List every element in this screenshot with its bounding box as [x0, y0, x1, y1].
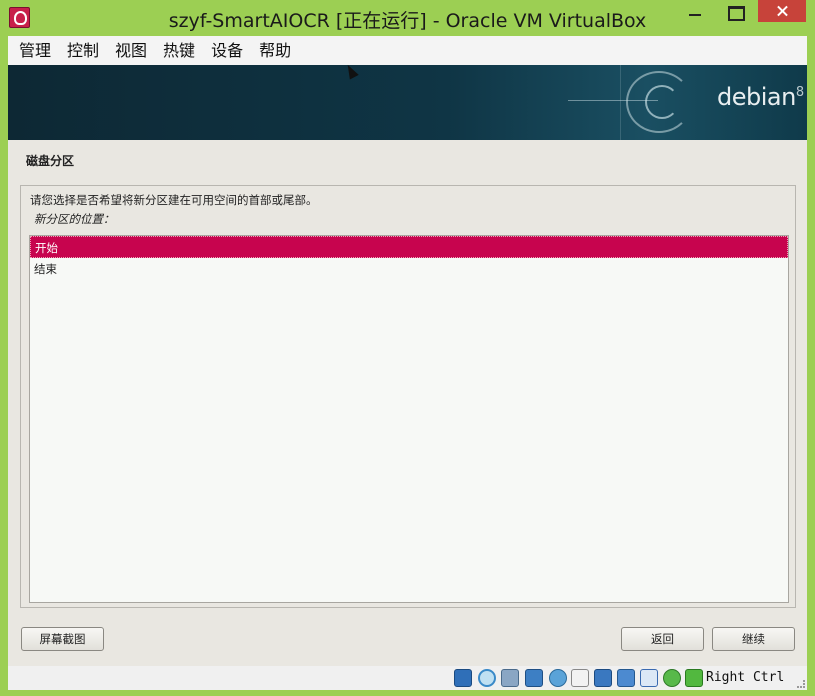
debian-logo-text: debian — [717, 83, 796, 111]
partition-question-panel: 请您选择是否希望将新分区建在可用空间的首部或尾部。 新分区的位置： 开始 结束 — [20, 185, 796, 608]
hard-disk-icon[interactable] — [454, 669, 472, 687]
menu-item-hotkeys[interactable]: 热键 — [155, 36, 203, 65]
menu-bar: 管理 控制 视图 热键 设备 帮助 — [8, 36, 807, 65]
virtualization-icon[interactable] — [640, 669, 658, 687]
list-label: 新分区的位置： — [34, 212, 115, 226]
network-icon[interactable] — [525, 669, 543, 687]
section-title: 磁盘分区 — [26, 154, 75, 168]
continue-button[interactable]: 继续 — [712, 627, 795, 651]
maximize-icon[interactable] — [720, 0, 750, 24]
position-listbox[interactable]: 开始 结束 — [29, 235, 789, 603]
menu-item-view[interactable]: 视图 — [107, 36, 155, 65]
list-item-end[interactable]: 结束 — [30, 258, 788, 280]
menu-item-control[interactable]: 控制 — [59, 36, 107, 65]
optical-drive-icon[interactable] — [478, 669, 496, 687]
menu-item-devices[interactable]: 设备 — [203, 36, 251, 65]
keyboard-capture-icon[interactable] — [685, 669, 703, 687]
close-icon[interactable] — [758, 0, 806, 22]
list-item-start[interactable]: 开始 — [30, 236, 788, 258]
usb-icon[interactable] — [549, 669, 567, 687]
video-capture-icon[interactable] — [617, 669, 635, 687]
shared-folder-icon[interactable] — [571, 669, 589, 687]
resize-grip-icon[interactable] — [797, 680, 805, 688]
menu-item-help[interactable]: 帮助 — [251, 36, 299, 65]
audio-icon[interactable] — [501, 669, 519, 687]
installer-banner: debian8 — [8, 65, 807, 140]
back-button[interactable]: 返回 — [621, 627, 704, 651]
minimize-icon[interactable] — [680, 0, 710, 24]
display-icon[interactable] — [594, 669, 612, 687]
debian-logo-version: 8 — [795, 85, 804, 100]
prompt-text: 请您选择是否希望将新分区建在可用空间的首部或尾部。 — [30, 193, 318, 207]
host-key-label: Right Ctrl — [706, 670, 785, 685]
window-titlebar: szyf-SmartAIOCR [正在运行] - Oracle VM Virtu… — [0, 0, 815, 36]
debian-logo: debian8 — [717, 83, 804, 111]
menu-item-manage[interactable]: 管理 — [11, 36, 59, 65]
status-bar: Right Ctrl — [8, 666, 807, 690]
mouse-integration-icon[interactable] — [663, 669, 681, 687]
guest-screen: debian8 磁盘分区 请您选择是否希望将新分区建在可用空间的首部或尾部。 新… — [8, 65, 807, 666]
screenshot-button[interactable]: 屏幕截图 — [21, 627, 104, 651]
